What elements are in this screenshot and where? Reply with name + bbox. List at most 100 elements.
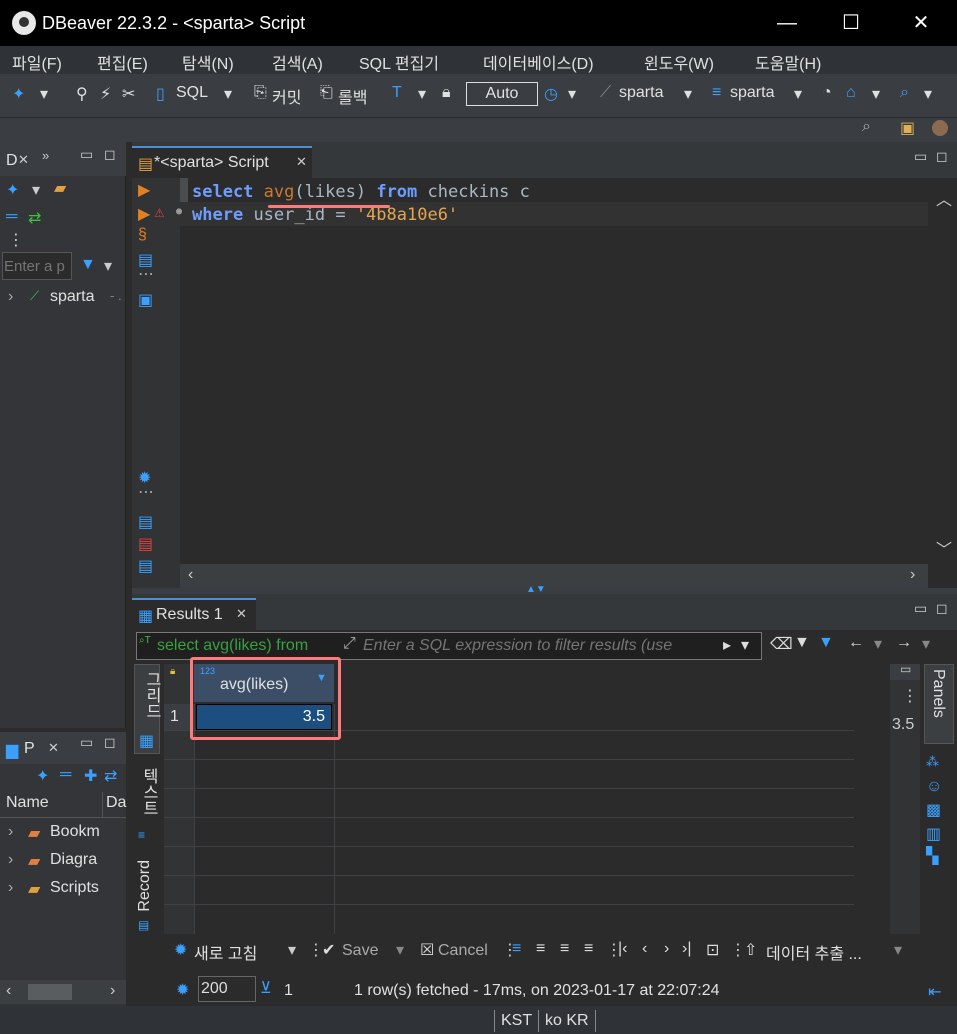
invalidate-icon[interactable]: ✂ [122, 84, 135, 104]
prev-page-icon[interactable]: ‹ [642, 940, 647, 958]
refresh-dropdown-icon[interactable]: ▾ [288, 940, 296, 960]
search-tool-icon[interactable]: ⌕ [900, 84, 909, 102]
scroll-right-icon[interactable]: › [910, 566, 915, 584]
sql-editor-icon[interactable]: ▯ [156, 84, 165, 104]
rollback-icon[interactable]: ⎗ [320, 84, 333, 102]
more-icon[interactable]: ⋯ [138, 264, 154, 284]
last-page-icon[interactable]: ›| [682, 940, 691, 958]
projects-tab[interactable]: P [24, 740, 35, 758]
cancel-button[interactable]: Cancel [438, 942, 488, 960]
scroll-left-icon[interactable]: ‹ [6, 982, 11, 1000]
perspective-icon[interactable]: ▣ [900, 118, 915, 138]
expand-icon[interactable]: › [8, 879, 13, 897]
search-dropdown-icon[interactable]: ▾ [924, 84, 932, 104]
minimize-panel-icon[interactable]: ▭ [80, 734, 93, 751]
editor-tab[interactable]: ▤ *<sparta> Script ✕ [132, 146, 312, 178]
dropdown-arrow-icon[interactable]: ▾ [32, 180, 40, 200]
sql-code-area[interactable]: select avg(likes) from checkins c ● wher… [176, 178, 928, 566]
minimize-panel-icon[interactable]: ▭ [900, 662, 911, 676]
menu-file[interactable]: 파일(F) [12, 50, 62, 74]
menu-help[interactable]: 도움말(H) [755, 50, 821, 74]
first-page-icon[interactable]: |‹ [618, 940, 627, 958]
results-tab-label[interactable]: Results 1 [156, 606, 223, 624]
close-tab-icon[interactable]: ✕ [48, 740, 59, 756]
close-tab-icon[interactable]: ✕ [236, 606, 247, 622]
grid-mode-tab[interactable]: 그리드 ▦ [134, 664, 160, 754]
properties-icon[interactable]: ☺ [926, 778, 942, 796]
eraser-icon[interactable]: ⌫ [770, 634, 793, 654]
rollback-button[interactable]: 롤백 [338, 84, 367, 108]
scroll-down-icon[interactable]: ﹀ [936, 536, 952, 560]
disconnect-icon[interactable]: ⚡ [100, 84, 111, 104]
results-tab[interactable]: ▦ Results 1 ✕ [132, 598, 256, 630]
expand-icon[interactable]: › [8, 288, 13, 306]
project-item-diagrams[interactable]: Diagra [50, 851, 97, 869]
schema-selector[interactable]: sparta [730, 84, 774, 102]
horizontal-scrollbar[interactable]: ‹ › [0, 980, 126, 1004]
lock-icon[interactable]: 🔒︎ [442, 84, 451, 102]
delete-row-icon[interactable]: ≡ [584, 940, 593, 958]
value-panel-icon[interactable]: ⁂ [926, 754, 939, 770]
dropdown-arrow-icon[interactable]: ▾ [40, 84, 48, 104]
filter-expression-input[interactable] [363, 635, 719, 657]
export-data-icon[interactable]: ⇧ [744, 940, 757, 960]
terminal-icon[interactable]: ▣ [138, 290, 153, 310]
link-icon[interactable]: ⇄ [104, 766, 117, 786]
next-page-icon[interactable]: › [664, 940, 669, 958]
save-icon[interactable]: ✔ [322, 940, 335, 960]
back-dropdown-icon[interactable]: ▾ [874, 634, 882, 654]
scroll-right-icon[interactable]: › [110, 982, 115, 1000]
view-menu-icon[interactable]: ⋮ [902, 686, 918, 706]
project-item-scripts[interactable]: Scripts [50, 879, 99, 897]
new-connection-icon[interactable]: ✦ [6, 180, 19, 200]
project-item-bookmarks[interactable]: Bookm [50, 823, 100, 841]
view-menu-icon[interactable]: ⋮ [8, 230, 24, 250]
filter-icon[interactable]: ▼ [80, 256, 96, 274]
editor-tab-label[interactable]: *<sparta> Script [154, 154, 269, 172]
commit-button[interactable]: 커밋 [272, 84, 301, 108]
export-dropdown-icon[interactable]: ▾ [894, 940, 902, 960]
refresh-button[interactable]: 새로 고침 [194, 940, 257, 964]
filter-icon[interactable]: ▼ [818, 634, 834, 652]
export-data-button[interactable]: 데이터 추출 ... [766, 940, 862, 964]
minimize-panel-icon[interactable]: ▭ [914, 148, 927, 165]
menu-sql-editor[interactable]: SQL 편집기 [359, 50, 439, 74]
menu-search[interactable]: 검색(A) [272, 50, 323, 74]
cancel-icon[interactable]: ☒ [420, 940, 434, 960]
refresh-icon[interactable]: ✹ [174, 940, 187, 960]
navigator-tab[interactable]: D [6, 152, 18, 170]
erd-icon[interactable]: ⌂ [846, 84, 856, 102]
back-icon[interactable]: ← [848, 634, 864, 652]
filter-history-icon[interactable]: ▾ [741, 635, 749, 655]
export-icon[interactable]: ▤ [138, 512, 153, 532]
more-icon[interactable]: ⋯ [138, 482, 154, 502]
column-da-header[interactable]: Da [106, 794, 126, 812]
editor-vertical-scrollbar[interactable]: ︿ ﹀ [928, 178, 957, 566]
fetch-all-icon[interactable]: ⊡ [706, 940, 719, 960]
collapse-all-icon[interactable]: ═ [6, 208, 17, 226]
auto-commit-button[interactable]: Auto [466, 82, 538, 106]
expand-icon[interactable]: › [8, 823, 13, 841]
erd-dropdown-icon[interactable]: ▾ [872, 84, 880, 104]
maximize-panel-icon[interactable]: ◻ [104, 146, 116, 163]
aggregate-icon[interactable]: ▥ [926, 824, 941, 844]
execute-statement-icon[interactable]: ▶ [138, 180, 150, 200]
user-avatar[interactable] [932, 120, 948, 136]
new-connection-icon[interactable]: ✦ [12, 84, 25, 104]
forward-icon[interactable]: → [896, 634, 912, 652]
execute-script-icon[interactable]: ▶ [138, 204, 150, 224]
apply-filter-icon[interactable]: ▸ [723, 635, 731, 655]
collapse-icon[interactable]: ═ [60, 766, 71, 784]
save-dropdown-icon[interactable]: ▾ [396, 940, 404, 960]
grid-mode-label[interactable]: 그리드 [139, 671, 163, 719]
transaction-mode-icon[interactable]: T [392, 84, 402, 102]
add-icon[interactable]: ✚ [84, 766, 97, 786]
menu-navigate[interactable]: 탐색(N) [182, 50, 234, 74]
datasource-dropdown-icon[interactable]: ▾ [684, 84, 692, 104]
maximize-panel-icon[interactable]: ◻ [936, 600, 948, 617]
row-number[interactable]: 1 [170, 708, 179, 726]
maximize-panel-icon[interactable]: ◻ [104, 734, 116, 751]
close-result-icon[interactable]: ▤ [138, 534, 153, 554]
scroll-left-icon[interactable]: ‹ [188, 566, 193, 584]
close-window-button[interactable]: ✕ [889, 0, 953, 46]
